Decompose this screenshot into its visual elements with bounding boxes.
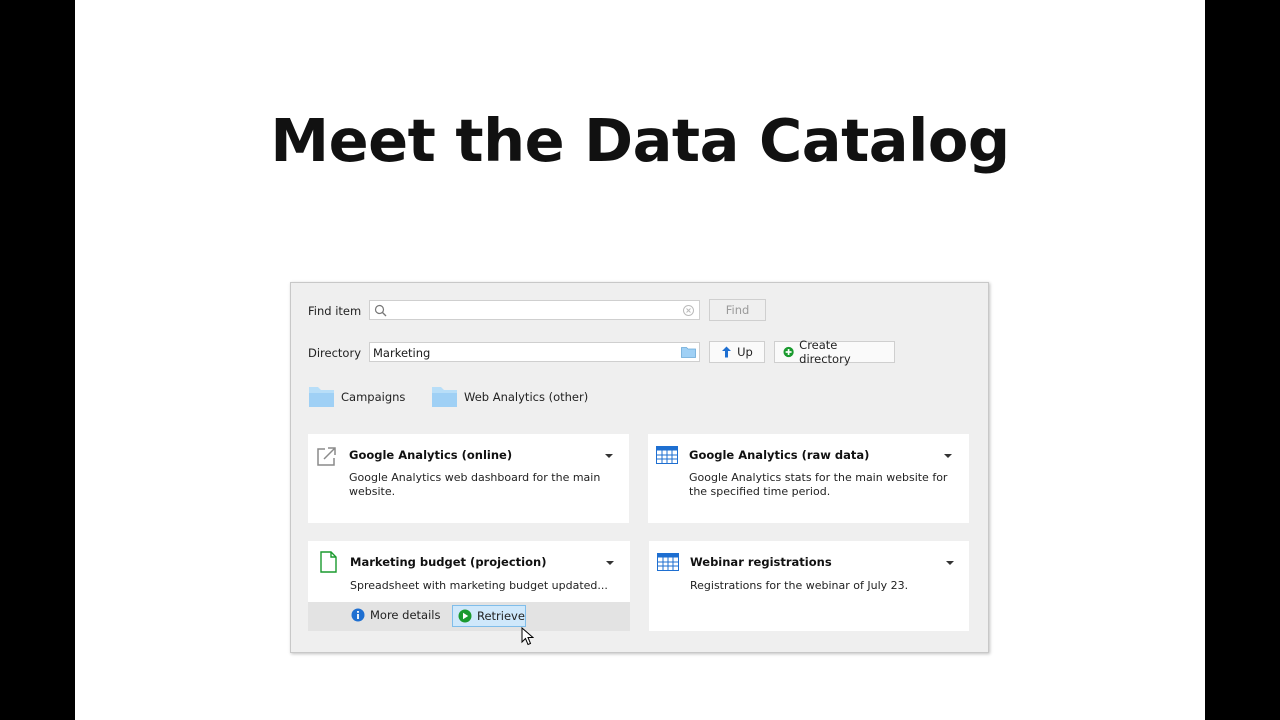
- directory-label: Directory: [308, 346, 362, 360]
- table-icon: [656, 446, 678, 464]
- find-item-label: Find item: [308, 304, 362, 318]
- card-description-cont: the specified time period.: [689, 485, 831, 498]
- directory-field[interactable]: Marketing: [369, 342, 700, 362]
- folder-icon: [432, 387, 457, 407]
- add-circle-icon: [783, 346, 794, 358]
- card-actions-bar: More details Retrieve: [308, 602, 630, 631]
- card-menu-caret[interactable]: [946, 561, 954, 565]
- find-button[interactable]: Find: [709, 299, 766, 321]
- up-arrow-icon: [722, 346, 732, 358]
- slide-title: Meet the Data Catalog: [270, 106, 1010, 175]
- catalog-item-card-selected[interactable]: Marketing budget (projection) Spreadshee…: [308, 541, 630, 631]
- catalog-item-card[interactable]: Google Analytics (raw data) Google Analy…: [648, 434, 969, 523]
- card-menu-caret[interactable]: [606, 561, 614, 565]
- card-menu-caret[interactable]: [605, 454, 613, 458]
- document-icon: [320, 551, 337, 573]
- find-button-label: Find: [725, 303, 750, 317]
- card-title: Google Analytics (raw data): [689, 448, 870, 462]
- info-icon: [351, 608, 365, 622]
- card-menu-caret[interactable]: [944, 454, 952, 458]
- browse-folder-icon[interactable]: [681, 346, 696, 358]
- folder-icon: [309, 387, 334, 407]
- external-link-icon: [317, 447, 336, 466]
- card-description: Spreadsheet with marketing budget update…: [350, 579, 608, 592]
- folder-web-analytics-other[interactable]: Web Analytics (other): [431, 385, 588, 408]
- card-description-cont: website.: [349, 485, 396, 498]
- mouse-cursor-icon: [521, 627, 534, 646]
- card-description: Google Analytics stats for the main webs…: [689, 471, 948, 484]
- more-details-button[interactable]: More details: [351, 608, 440, 622]
- data-catalog-dialog: Find item Find Directory Marketing Up Cr…: [290, 282, 989, 653]
- card-description: Google Analytics web dashboard for the m…: [349, 471, 601, 484]
- retrieve-button[interactable]: Retrieve: [452, 605, 526, 627]
- search-icon: [374, 304, 387, 317]
- directory-value: Marketing: [373, 346, 431, 360]
- card-title: Google Analytics (online): [349, 448, 513, 462]
- folder-campaigns[interactable]: Campaigns: [308, 385, 405, 408]
- create-directory-label: Create directory: [799, 338, 851, 366]
- catalog-item-card[interactable]: Webinar registrations Registrations for …: [649, 541, 969, 631]
- up-button[interactable]: Up: [709, 341, 765, 363]
- more-details-label: More details: [370, 608, 441, 622]
- card-title: Marketing budget (projection): [350, 555, 547, 569]
- up-button-label: Up: [737, 345, 753, 359]
- card-description: Registrations for the webinar of July 23…: [690, 579, 909, 592]
- folder-label: Web Analytics (other): [464, 389, 589, 404]
- create-directory-button[interactable]: Create directory: [774, 338, 895, 366]
- folder-label: Campaigns: [341, 389, 406, 404]
- retrieve-label: Retrieve: [477, 609, 525, 623]
- catalog-item-card[interactable]: Google Analytics (online) Google Analyti…: [308, 434, 629, 523]
- play-icon: [458, 609, 472, 623]
- card-title: Webinar registrations: [690, 555, 832, 569]
- table-icon: [657, 553, 679, 571]
- slide: Meet the Data Catalog Find item Find Dir…: [75, 0, 1205, 720]
- clear-icon[interactable]: [683, 305, 694, 316]
- search-input[interactable]: [369, 300, 700, 320]
